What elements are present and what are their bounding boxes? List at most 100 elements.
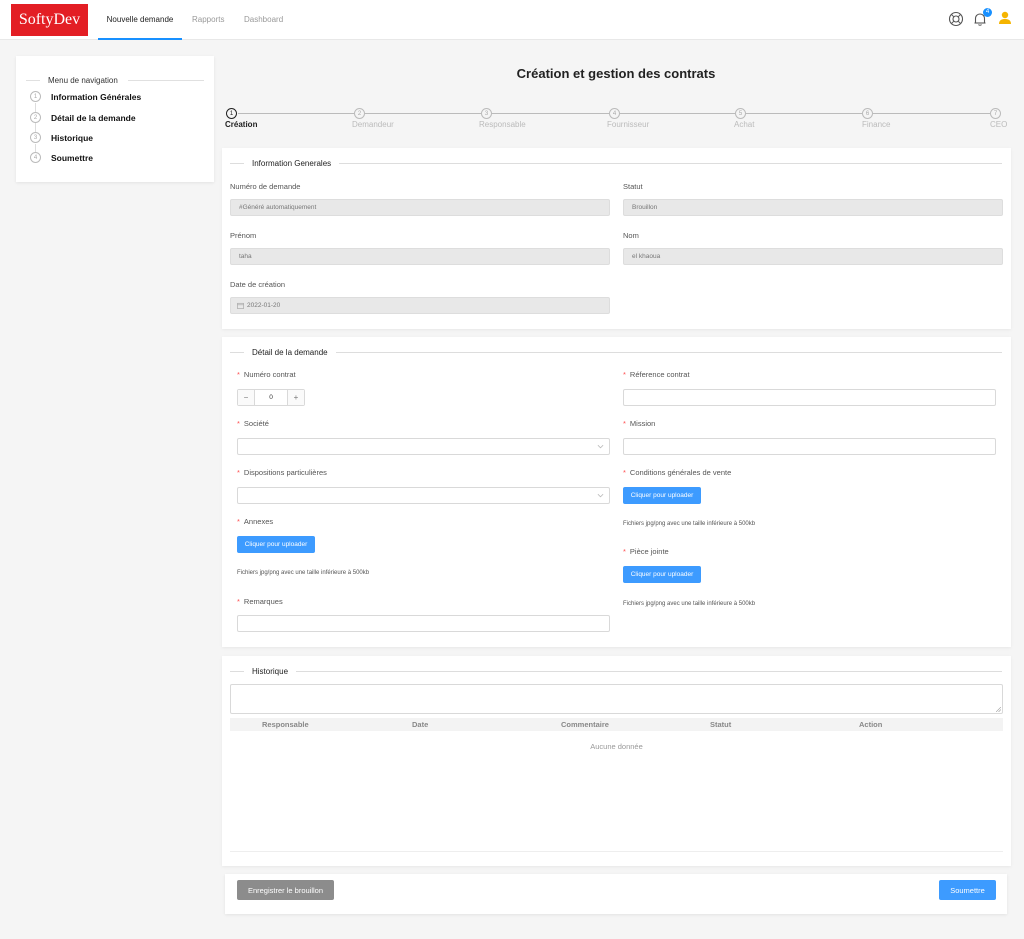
historique-comment-textarea[interactable] xyxy=(230,684,1003,714)
step-achat: 5 Achat xyxy=(734,108,754,129)
step-fournisseur: 4 Fournisseur xyxy=(607,108,649,129)
historique-card: Historique Responsable Date Commentaire … xyxy=(222,656,1011,866)
conditions-upload-button[interactable]: Cliquer pour uploader xyxy=(623,487,701,504)
step-label: Achat xyxy=(734,120,755,129)
reference-contrat-label: * Réference contrat xyxy=(623,370,690,379)
sidebar-item-label: Soumettre xyxy=(51,152,94,163)
tab-nouvelle-demande[interactable]: Nouvelle demande xyxy=(98,0,182,40)
conditions-label: * Conditions générales de vente xyxy=(623,468,732,477)
top-navbar: SoftyDev Nouvelle demande Rapports Dashb… xyxy=(0,0,1024,40)
historique-card-header: Historique xyxy=(230,667,1002,676)
step-ceo: 7 CEO xyxy=(990,108,1007,129)
piece-jointe-label: * Pièce jointe xyxy=(623,547,669,556)
sidebar-item-number: 2 xyxy=(30,112,41,123)
date-creation-label: Date de création xyxy=(230,280,286,289)
navigation-menu-header: Menu de navigation xyxy=(26,76,204,85)
submit-button[interactable]: Soumettre xyxy=(939,880,996,900)
calendar-icon xyxy=(237,302,244,309)
column-action: Action xyxy=(859,720,883,729)
column-commentaire: Commentaire xyxy=(561,720,609,729)
notification-badge: 4 xyxy=(983,8,992,17)
reference-contrat-input[interactable] xyxy=(623,389,996,406)
navigation-menu-title: Menu de navigation xyxy=(48,76,118,85)
decrement-button[interactable]: − xyxy=(238,390,254,405)
step-number: 2 xyxy=(354,108,365,119)
sidebar-item-label: Information Générales xyxy=(51,91,142,102)
sidebar-item-detail[interactable]: 2 Détail de la demande xyxy=(30,112,136,123)
date-creation-value: 2022-01-20 xyxy=(247,302,281,309)
statut-field: Brouillon xyxy=(623,199,1003,216)
step-number: 4 xyxy=(609,108,620,119)
date-creation-field: 2022-01-20 xyxy=(230,297,610,314)
logo[interactable]: SoftyDev xyxy=(11,4,88,36)
sidebar-item-number: 4 xyxy=(30,152,41,163)
societe-label: * Société xyxy=(237,419,269,428)
step-number: 3 xyxy=(481,108,492,119)
numero-demande-label: Numéro de demande xyxy=(230,182,301,191)
remarques-input[interactable] xyxy=(237,615,610,632)
piece-jointe-upload-button[interactable]: Cliquer pour uploader xyxy=(623,566,701,583)
prenom-field: taha xyxy=(230,248,610,265)
step-number: 7 xyxy=(990,108,1001,119)
support-icon[interactable] xyxy=(948,11,964,27)
step-creation: 1 Création xyxy=(225,108,257,129)
navigation-menu: Menu de navigation 1 Information Général… xyxy=(16,56,214,182)
increment-button[interactable]: + xyxy=(288,390,304,405)
resize-handle-icon[interactable] xyxy=(996,707,1001,712)
societe-select[interactable] xyxy=(237,438,610,455)
remarques-label: * Remarques xyxy=(237,597,283,606)
annexes-upload-hint: Fichiers jpg/png avec une taille inférie… xyxy=(237,570,370,576)
sidebar-item-label: Historique xyxy=(51,132,94,143)
chevron-down-icon xyxy=(597,493,604,498)
prenom-label: Prénom xyxy=(230,231,257,240)
step-demandeur: 2 Demandeur xyxy=(352,108,394,129)
chevron-down-icon xyxy=(597,444,604,449)
numero-contrat-value[interactable]: 0 xyxy=(254,390,288,405)
sidebar-item-number: 1 xyxy=(30,91,41,102)
information-card-title: Information Generales xyxy=(252,159,332,168)
dispositions-label: * Dispositions particulières xyxy=(237,468,327,477)
numero-contrat-stepper[interactable]: − 0 + xyxy=(237,389,305,406)
step-label: Fournisseur xyxy=(607,120,650,129)
step-number: 5 xyxy=(735,108,746,119)
step-finance: 6 Finance xyxy=(862,108,890,129)
step-label: Finance xyxy=(862,120,891,129)
statut-label: Statut xyxy=(623,182,643,191)
sidebar-item-historique[interactable]: 3 Historique xyxy=(30,132,93,143)
information-card: Information Generales Numéro de demande … xyxy=(222,148,1011,329)
column-statut: Statut xyxy=(710,720,732,729)
detail-card: Détail de la demande * Numéro contrat − 0… xyxy=(222,337,1011,647)
annexes-upload-button[interactable]: Cliquer pour uploader xyxy=(237,536,315,553)
piece-jointe-upload-hint: Fichiers jpg/png avec une taille inférie… xyxy=(623,601,756,607)
sidebar-item-number: 3 xyxy=(30,132,41,143)
step-number: 6 xyxy=(862,108,873,119)
user-icon[interactable] xyxy=(997,10,1013,26)
detail-card-title: Détail de la demande xyxy=(252,348,328,357)
numero-contrat-label: * Numéro contrat xyxy=(237,370,296,379)
step-label: CEO xyxy=(990,120,1008,129)
information-card-header: Information Generales xyxy=(230,159,1002,168)
sidebar-item-label: Détail de la demande xyxy=(51,112,136,123)
step-label: Responsable xyxy=(479,120,526,129)
column-date: Date xyxy=(412,720,429,729)
action-bar: Enregistrer le brouillon Soumettre xyxy=(225,874,1007,914)
step-number: 1 xyxy=(226,108,237,119)
tab-rapports[interactable]: Rapports xyxy=(192,0,224,40)
step-responsable: 3 Responsable xyxy=(479,108,526,129)
annexes-label: * Annexes xyxy=(237,517,274,526)
detail-card-header: Détail de la demande xyxy=(230,348,1002,357)
column-responsable: Responsable xyxy=(262,720,309,729)
historique-table-header: Responsable Date Commentaire Statut Acti… xyxy=(230,718,1003,731)
historique-card-title: Historique xyxy=(252,667,289,676)
page-title: Création et gestion des contrats xyxy=(516,66,716,81)
mission-label: * Mission xyxy=(623,419,656,428)
mission-input[interactable] xyxy=(623,438,996,455)
sidebar-item-soumettre[interactable]: 4 Soumettre xyxy=(30,152,93,163)
numero-demande-field: #Généré automatiquement xyxy=(230,199,610,216)
save-draft-button[interactable]: Enregistrer le brouillon xyxy=(237,880,334,900)
empty-state-text: Aucune donnée xyxy=(590,742,643,751)
sidebar-item-information[interactable]: 1 Information Générales xyxy=(30,91,141,102)
conditions-upload-hint: Fichiers jpg/png avec une taille inférie… xyxy=(623,521,756,527)
tab-dashboard[interactable]: Dashboard xyxy=(244,0,283,40)
dispositions-select[interactable] xyxy=(237,487,610,504)
